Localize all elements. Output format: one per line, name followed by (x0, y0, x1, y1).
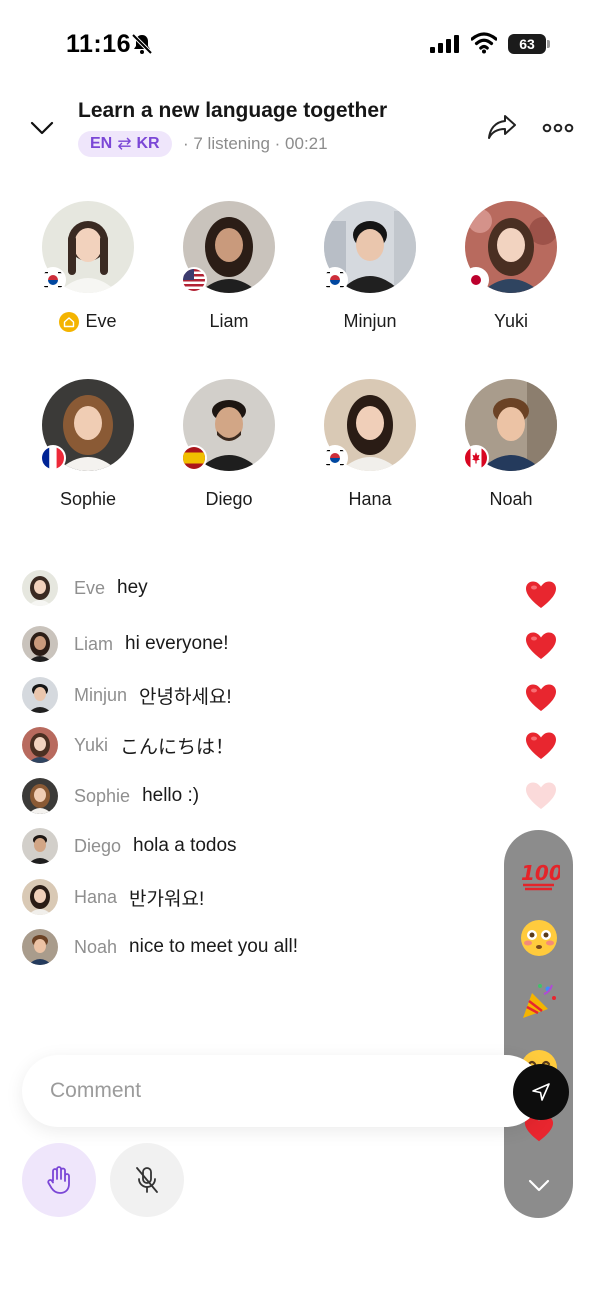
speaker-name: Hana (348, 489, 392, 509)
flag-canada-icon (463, 445, 489, 471)
battery-tip (547, 40, 550, 48)
chat-text: hey (117, 577, 148, 598)
more-icon[interactable] (542, 119, 574, 137)
avatar (22, 727, 58, 763)
speaker-name: Diego (205, 489, 253, 509)
speaker-sophie[interactable]: Sophie (28, 379, 148, 519)
heart-icon (526, 581, 556, 608)
speaker-liam[interactable]: Liam (169, 201, 289, 341)
party-popper-icon[interactable] (518, 980, 560, 1022)
chat-message: Diego hola a todos (22, 827, 237, 865)
battery-level: 63 (519, 36, 535, 52)
avatar (22, 879, 58, 915)
hundred-points-icon[interactable]: 100 (518, 852, 560, 894)
flag-spain-icon (181, 445, 207, 471)
chat-username: Sophie (74, 785, 131, 806)
chat-text: こんにちは！ (120, 736, 235, 758)
mic-off-icon (136, 1167, 158, 1193)
signal-icon (430, 35, 459, 53)
avatar (22, 778, 58, 814)
room-title: Learn a new language together (78, 99, 388, 122)
chat-username: Diego (74, 835, 122, 856)
chat-username: Hana (74, 886, 118, 907)
heart-icon (526, 732, 556, 759)
speaker-hana[interactable]: Hana (310, 379, 430, 519)
speaker-minjun[interactable]: Minjun (310, 201, 430, 341)
lang-from: EN (90, 135, 113, 152)
chat-message: Sophie hello :) (22, 777, 199, 815)
lang-to: KR (136, 135, 160, 152)
chat-username: Noah (74, 936, 118, 957)
wifi-icon (471, 32, 497, 54)
comment-input[interactable] (50, 1055, 490, 1127)
chat-username: Yuki (74, 734, 109, 755)
raise-hand-button[interactable] (22, 1143, 96, 1217)
chat-username: Eve (74, 577, 106, 598)
speaker-diego[interactable]: Diego (169, 379, 289, 519)
chat-message: Liam hi everyone! (22, 625, 229, 663)
swap-icon: ⇄ (117, 134, 132, 153)
flushed-face-icon[interactable] (518, 917, 560, 959)
chat-username: Liam (74, 633, 114, 654)
share-icon[interactable] (486, 113, 518, 141)
speaker-name: Yuki (493, 311, 529, 331)
avatar (22, 929, 58, 965)
chat-message: Noah nice to meet you all! (22, 928, 298, 966)
chat-text: 안녕하세요! (139, 686, 232, 708)
chat-message: Hana 반가워요! (22, 878, 204, 916)
speaker-yuki[interactable]: Yuki (451, 201, 571, 341)
reaction-tray: 100 (504, 830, 573, 1218)
bell-slash-icon (131, 33, 153, 55)
svg-text:100: 100 (521, 861, 560, 885)
chat-username: Minjun (74, 684, 128, 705)
battery-icon: 63 (508, 34, 546, 54)
comment-box (22, 1055, 542, 1127)
heart-icon (526, 684, 556, 711)
speaker-name: Liam (209, 311, 249, 331)
chat-text: hi everyone! (125, 633, 229, 654)
speaker-name: Sophie (59, 489, 117, 509)
chevron-down-icon[interactable] (28, 118, 56, 138)
avatar (22, 677, 58, 713)
room-meta: · 7 listening · 00:21 (183, 134, 328, 153)
heart-icon (526, 632, 556, 659)
chat-text: nice to meet you all! (129, 936, 299, 957)
chat-text: hello :) (142, 785, 200, 806)
speaker-name: Eve (85, 311, 117, 331)
speaker-name: Minjun (343, 311, 397, 331)
avatar (22, 626, 58, 662)
flag-korea-icon (322, 267, 348, 293)
flag-korea-icon (40, 267, 66, 293)
mute-toggle-button[interactable] (110, 1143, 184, 1217)
chevron-down-icon[interactable] (524, 1170, 554, 1200)
chat-text: hola a todos (133, 835, 237, 856)
avatar (22, 570, 58, 606)
avatar (22, 828, 58, 864)
language-badge: EN ⇄ KR (78, 131, 172, 157)
status-time: 11:16 (66, 30, 132, 58)
chat-message: Eve hey (22, 569, 148, 607)
chat-text: 반가워요! (129, 888, 205, 910)
send-icon (532, 1083, 550, 1101)
host-label: Eve (28, 311, 148, 332)
speaker-noah[interactable]: Noah (451, 379, 571, 519)
send-button[interactable] (513, 1064, 569, 1120)
speaker-eve[interactable]: Eve (28, 201, 148, 341)
status-bar: 11:16 63 (0, 0, 600, 90)
flag-japan-icon (463, 267, 489, 293)
chat-message: Minjun 안녕하세요! (22, 676, 232, 714)
flag-korea-icon (322, 445, 348, 471)
home-icon (59, 311, 80, 332)
flag-france-icon (40, 445, 66, 471)
hand-icon (47, 1166, 70, 1194)
heart-icon (526, 782, 556, 809)
flag-usa-icon (181, 267, 207, 293)
chat-message: Yuki こんにちは！ (22, 726, 234, 764)
speaker-name: Noah (489, 489, 533, 509)
